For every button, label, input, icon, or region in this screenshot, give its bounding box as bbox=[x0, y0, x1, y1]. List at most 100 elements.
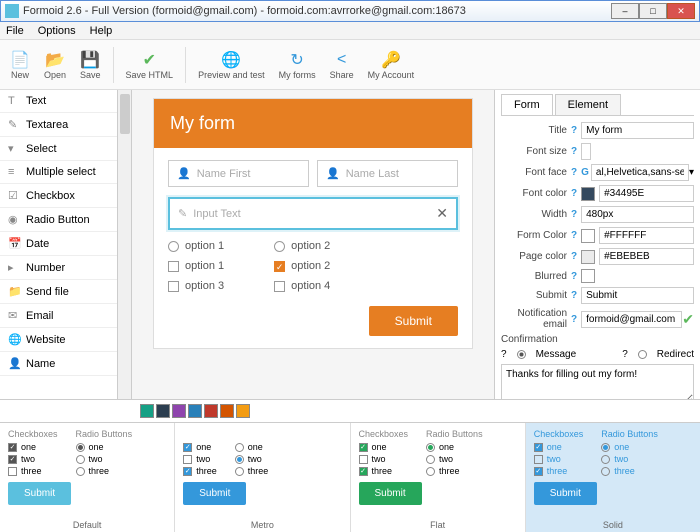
name-last-field[interactable]: 👤Name Last bbox=[317, 160, 458, 187]
tab-form[interactable]: Form bbox=[501, 94, 553, 115]
help-icon[interactable]: ? bbox=[622, 349, 628, 360]
widget-label: Send file bbox=[26, 286, 69, 298]
menu-file[interactable]: File bbox=[6, 25, 24, 37]
widget-panel: TText✎Textarea▾Select≡Multiple select☑Ch… bbox=[0, 90, 118, 399]
widget-item[interactable]: ✉Email bbox=[0, 304, 117, 328]
prop-title-input[interactable] bbox=[581, 122, 694, 139]
theme-submit-button[interactable]: Submit bbox=[534, 482, 597, 505]
minimize-button[interactable]: – bbox=[611, 3, 639, 19]
prop-fontface-input[interactable] bbox=[591, 164, 689, 181]
submit-button[interactable]: Submit bbox=[369, 306, 458, 336]
checkbox-icon: ✓ bbox=[183, 443, 192, 452]
menu-help[interactable]: Help bbox=[90, 25, 113, 37]
clear-icon[interactable]: ✕ bbox=[436, 205, 448, 222]
radio-icon bbox=[235, 443, 244, 452]
widget-item[interactable]: ▸Number bbox=[0, 256, 117, 280]
checkbox-option-3[interactable]: option 3 bbox=[168, 280, 224, 292]
widget-item[interactable]: 🌐Website bbox=[0, 328, 117, 352]
prop-width-label: Width bbox=[501, 209, 571, 220]
form-title[interactable]: My form bbox=[154, 99, 472, 148]
widget-item[interactable]: ✎Textarea bbox=[0, 113, 117, 137]
theme-submit-button[interactable]: Submit bbox=[183, 482, 246, 505]
pagecolor-swatch[interactable] bbox=[581, 250, 595, 264]
help-icon[interactable]: ? bbox=[571, 314, 577, 325]
radio-icon bbox=[274, 241, 285, 252]
redirect-radio[interactable] bbox=[638, 350, 647, 359]
help-icon[interactable]: ? bbox=[571, 290, 577, 301]
prop-pagecolor-input[interactable] bbox=[599, 248, 694, 265]
preview-button[interactable]: 🌐Preview and test bbox=[192, 48, 271, 82]
account-button[interactable]: 🔑My Account bbox=[362, 48, 421, 82]
prop-submit-input[interactable] bbox=[581, 287, 694, 304]
myforms-button[interactable]: ↻My forms bbox=[273, 48, 322, 82]
menu-options[interactable]: Options bbox=[38, 25, 76, 37]
help-icon[interactable]: ? bbox=[571, 271, 577, 282]
tab-element[interactable]: Element bbox=[555, 94, 621, 115]
palette-swatch[interactable] bbox=[156, 404, 170, 418]
radio-option-1[interactable]: option 1 bbox=[168, 240, 224, 252]
help-icon[interactable]: ? bbox=[571, 167, 577, 178]
message-radio[interactable] bbox=[517, 350, 526, 359]
help-icon[interactable]: ? bbox=[571, 188, 577, 199]
scrollbar[interactable] bbox=[118, 90, 132, 399]
palette-swatch[interactable] bbox=[236, 404, 250, 418]
help-icon[interactable]: ? bbox=[571, 230, 577, 241]
help-icon[interactable]: ? bbox=[571, 251, 577, 262]
blurred-checkbox[interactable] bbox=[581, 269, 595, 283]
check-icon: ✔ bbox=[139, 50, 159, 70]
radio-option-2[interactable]: option 2 bbox=[274, 240, 330, 252]
widget-item[interactable]: ☑Checkbox bbox=[0, 184, 117, 208]
prop-notif-input[interactable] bbox=[581, 311, 682, 328]
share-button[interactable]: <Share bbox=[324, 48, 360, 82]
help-icon[interactable]: ? bbox=[571, 146, 577, 157]
theme-submit-button[interactable]: Submit bbox=[8, 482, 71, 505]
widget-item[interactable]: ▾Select bbox=[0, 137, 117, 161]
theme-submit-button[interactable]: Submit bbox=[359, 482, 422, 505]
window-title: Formoid 2.6 - Full Version (formoid@gmai… bbox=[23, 5, 611, 17]
widget-item[interactable]: 📁Send file bbox=[0, 280, 117, 304]
widget-item[interactable]: 📅Date bbox=[0, 232, 117, 256]
theme-default[interactable]: Checkboxes ✓one ✓two three Radio Buttons… bbox=[0, 423, 175, 532]
checkbox-option-4[interactable]: option 4 bbox=[274, 280, 330, 292]
widget-item[interactable]: ≡Multiple select bbox=[0, 161, 117, 184]
confirmation-text[interactable] bbox=[501, 364, 694, 399]
help-icon[interactable]: ? bbox=[571, 209, 577, 220]
palette-swatch[interactable] bbox=[204, 404, 218, 418]
palette-swatch[interactable] bbox=[220, 404, 234, 418]
input-text-field[interactable]: ✎Input Text✕ bbox=[168, 197, 458, 230]
widget-item[interactable]: 👤Name bbox=[0, 352, 117, 376]
save-button[interactable]: 💾Save bbox=[74, 48, 107, 82]
palette-swatch[interactable] bbox=[172, 404, 186, 418]
widget-item[interactable]: TText bbox=[0, 90, 117, 113]
widget-label: Date bbox=[26, 238, 49, 250]
new-button[interactable]: 📄New bbox=[4, 48, 36, 82]
scrollbar-thumb[interactable] bbox=[120, 94, 130, 134]
prop-formcolor-input[interactable] bbox=[599, 227, 694, 244]
prop-fontcolor-input[interactable] bbox=[599, 185, 694, 202]
theme-solid[interactable]: Checkboxes ✓one two ✓three Radio Buttons… bbox=[526, 423, 700, 532]
help-icon[interactable]: ? bbox=[501, 349, 507, 360]
checkbox-option-2[interactable]: ✓option 2 bbox=[274, 260, 330, 272]
checkbox-option-1[interactable]: option 1 bbox=[168, 260, 224, 272]
close-button[interactable]: ✕ bbox=[667, 3, 695, 19]
palette-swatch[interactable] bbox=[188, 404, 202, 418]
name-first-field[interactable]: 👤Name First bbox=[168, 160, 309, 187]
widget-item[interactable]: ◉Radio Button bbox=[0, 208, 117, 232]
prop-width-input[interactable] bbox=[581, 206, 694, 223]
help-icon[interactable]: ? bbox=[571, 125, 577, 136]
palette-swatch[interactable] bbox=[140, 404, 154, 418]
window-buttons: – □ ✕ bbox=[611, 3, 695, 19]
prop-blurred-label: Blurred bbox=[501, 271, 571, 282]
checkbox-icon bbox=[359, 455, 368, 464]
formcolor-swatch[interactable] bbox=[581, 229, 595, 243]
chevron-down-icon[interactable]: ▾ bbox=[689, 167, 694, 178]
prop-fontsize-input[interactable] bbox=[581, 143, 591, 160]
widget-icon: ✎ bbox=[8, 118, 20, 131]
theme-metro[interactable]: ✓one two ✓three one two three Submit Met… bbox=[175, 423, 350, 532]
maximize-button[interactable]: □ bbox=[639, 3, 667, 19]
savehtml-button[interactable]: ✔Save HTML bbox=[120, 48, 180, 82]
theme-flat[interactable]: Checkboxes ✓one two ✓three Radio Buttons… bbox=[351, 423, 526, 532]
fontcolor-swatch[interactable] bbox=[581, 187, 595, 201]
form-canvas[interactable]: My form 👤Name First 👤Name Last ✎Input Te… bbox=[132, 90, 494, 399]
open-button[interactable]: 📂Open bbox=[38, 48, 72, 82]
